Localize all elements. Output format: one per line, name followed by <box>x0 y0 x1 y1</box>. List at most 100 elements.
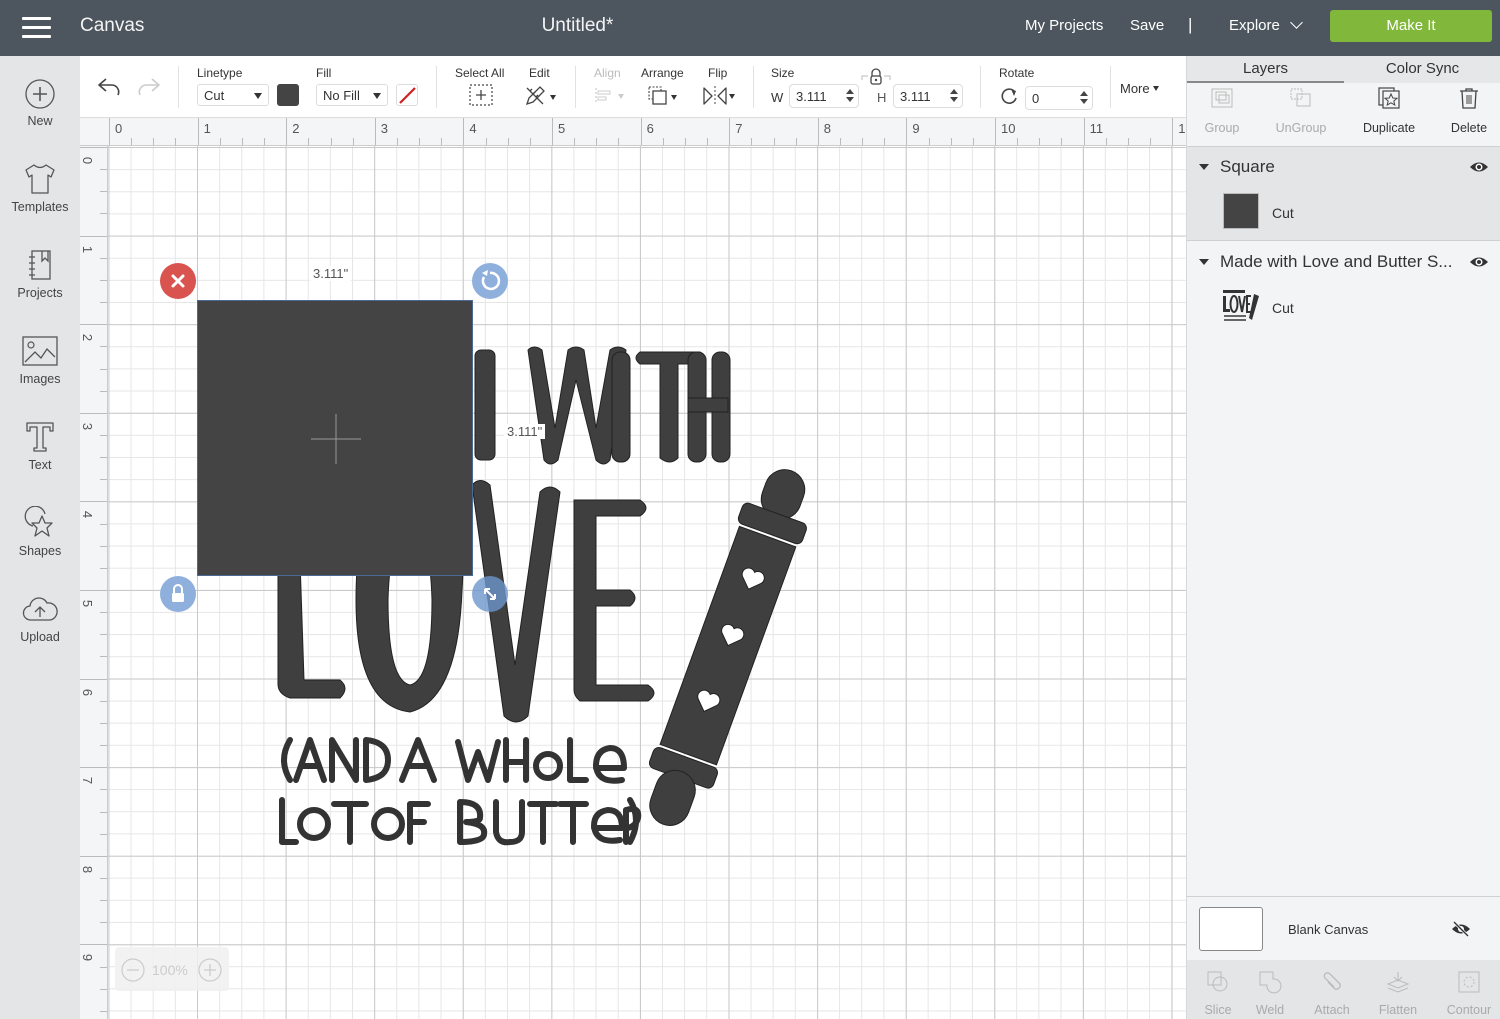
eye-icon[interactable] <box>1469 160 1489 174</box>
delete-button[interactable]: Delete <box>1430 86 1500 135</box>
ruler-number: 8 <box>823 121 832 136</box>
sidebar-label: Images <box>19 372 61 386</box>
stepper-icon[interactable] <box>1080 91 1088 105</box>
cloud-upload-icon <box>22 597 58 621</box>
rotate-handle[interactable] <box>472 263 508 299</box>
ruler-minor-tick <box>618 138 620 145</box>
lock-proportions-handle[interactable] <box>160 576 196 612</box>
save-link[interactable]: Save <box>1130 17 1164 34</box>
stepper-icon[interactable] <box>846 89 854 103</box>
linetype-color-swatch[interactable] <box>277 84 299 106</box>
height-value: 3.111 <box>900 89 931 104</box>
size-lock-icon[interactable] <box>860 68 892 86</box>
layer-group-square[interactable]: Square Cut <box>1187 146 1500 241</box>
sidebar-item-upload[interactable]: Upload <box>0 594 80 644</box>
align-menu-button[interactable] <box>594 87 624 110</box>
notebook-icon <box>29 250 51 280</box>
layer-operation: Cut <box>1272 300 1294 316</box>
tab-color-sync[interactable]: Color Sync <box>1344 56 1500 83</box>
zoom-in-icon[interactable] <box>197 957 223 983</box>
close-icon <box>171 274 185 288</box>
design-canvas[interactable]: 3.111" 3.111" <box>108 146 1186 1019</box>
explore-dropdown[interactable]: Explore <box>1229 16 1303 34</box>
ruler-minor-tick <box>684 138 686 145</box>
ruler-minor-tick <box>529 138 531 145</box>
tshirt-icon <box>25 164 55 194</box>
selected-square-shape[interactable] <box>197 300 473 576</box>
ruler-minor-tick <box>100 745 107 747</box>
edit-menu-button[interactable] <box>524 85 556 112</box>
dropdown-arrow-icon <box>373 93 381 99</box>
ruler-minor-tick <box>1039 138 1041 145</box>
ruler-major-tick <box>1172 118 1174 145</box>
flip-menu-button[interactable] <box>702 86 735 111</box>
contour-button[interactable]: Contour <box>1438 970 1500 1017</box>
flatten-label: Flatten <box>1378 1003 1418 1017</box>
ruler-minor-tick <box>100 811 107 813</box>
weld-button[interactable]: Weld <box>1239 970 1301 1017</box>
width-input[interactable]: 3.111 <box>789 84 859 108</box>
ungroup-button[interactable]: UnGroup <box>1262 86 1340 135</box>
ruler-number: 7 <box>735 121 743 136</box>
more-menu-button[interactable]: More <box>1120 81 1160 96</box>
delete-handle[interactable] <box>160 263 196 299</box>
redo-icon[interactable] <box>136 76 162 98</box>
my-projects-link[interactable]: My Projects <box>1025 17 1103 34</box>
fill-color-swatch[interactable] <box>396 84 418 106</box>
blank-canvas-label: Blank Canvas <box>1288 922 1369 937</box>
layer-item[interactable]: Cut <box>1187 284 1500 334</box>
flip-label: Flip <box>708 66 728 80</box>
make-it-button[interactable]: Make It <box>1330 10 1492 42</box>
design-text-and-a-whole <box>281 737 627 784</box>
caret-down-icon[interactable] <box>1199 259 1209 265</box>
sidebar-label: New <box>27 114 53 128</box>
attach-button[interactable]: Attach <box>1301 970 1363 1017</box>
blank-canvas-row[interactable]: Blank Canvas <box>1187 896 1500 960</box>
contour-icon <box>1458 971 1480 993</box>
sidebar-item-text[interactable]: Text <box>0 420 80 472</box>
ruler-minor-tick <box>100 634 107 636</box>
layer-header[interactable]: Square <box>1187 147 1500 187</box>
ruler-minor-tick <box>1017 138 1019 145</box>
ruler-major-tick <box>80 767 107 769</box>
rotate-input[interactable]: 0 <box>1025 86 1093 110</box>
flatten-button[interactable]: Flatten <box>1367 970 1429 1017</box>
duplicate-button[interactable]: Duplicate <box>1350 86 1428 135</box>
eye-hidden-icon[interactable] <box>1451 921 1471 937</box>
sidebar-item-new[interactable]: New <box>0 78 80 128</box>
tab-layers[interactable]: Layers <box>1187 56 1344 83</box>
zoom-out-icon[interactable] <box>120 957 146 983</box>
linetype-select[interactable]: Cut <box>197 84 269 106</box>
arrange-icon <box>648 86 667 105</box>
rolling-pin-graphic <box>648 469 807 826</box>
sidebar-item-templates[interactable]: Templates <box>0 162 80 214</box>
layer-header[interactable]: Made with Love and Butter S... <box>1187 242 1500 282</box>
arrange-menu-button[interactable] <box>647 85 677 112</box>
ruler-minor-tick <box>862 138 864 145</box>
select-all-icon[interactable] <box>469 84 493 106</box>
fill-select[interactable]: No Fill <box>316 84 388 106</box>
ruler-number: 9 <box>80 954 96 962</box>
document-title[interactable]: Untitled* <box>0 15 1155 37</box>
height-input[interactable]: 3.111 <box>893 84 963 108</box>
undo-icon[interactable] <box>96 76 122 98</box>
caret-down-icon[interactable] <box>1199 164 1209 170</box>
eye-icon[interactable] <box>1469 255 1489 269</box>
weld-label: Weld <box>1255 1003 1285 1017</box>
design-artwork[interactable] <box>108 146 1186 1019</box>
ruler-number: 7 <box>80 777 96 785</box>
sidebar-label: Upload <box>20 630 60 644</box>
flip-icon <box>703 86 727 106</box>
group-button[interactable]: Group <box>1183 86 1261 135</box>
sidebar-item-images[interactable]: Images <box>0 334 80 386</box>
ruler-minor-tick <box>100 988 107 990</box>
group-label: Group <box>1204 121 1240 135</box>
duplicate-label: Duplicate <box>1362 121 1416 135</box>
sidebar-item-shapes[interactable]: Shapes <box>0 506 80 558</box>
resize-handle[interactable] <box>472 576 508 612</box>
ruler-major-tick <box>80 501 107 503</box>
sidebar-item-projects[interactable]: Projects <box>0 248 80 300</box>
layer-item[interactable]: Cut <box>1187 189 1500 239</box>
layer-group-design[interactable]: Made with Love and Butter S... Cut <box>1187 242 1500 337</box>
stepper-icon[interactable] <box>950 89 958 103</box>
